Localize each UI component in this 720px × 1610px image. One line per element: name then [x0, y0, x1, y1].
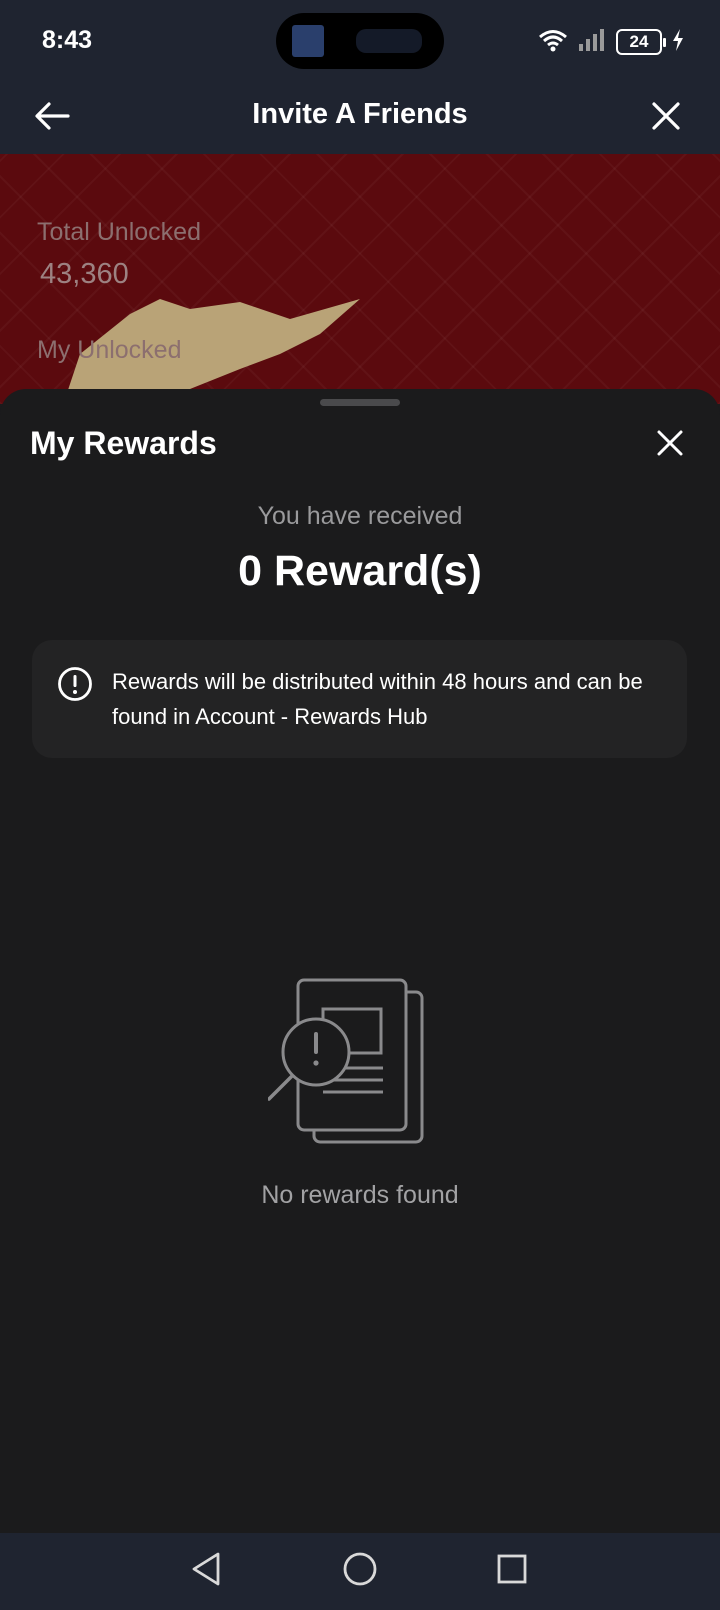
no-results-document-icon	[268, 978, 424, 1144]
invite-banner: Total Unlocked 43,360 My Unlocked	[0, 154, 720, 404]
header-close-button[interactable]	[642, 94, 690, 142]
status-bar: 8:43 24	[0, 0, 720, 84]
status-time: 8:43	[42, 26, 93, 54]
wifi-icon	[538, 28, 568, 57]
total-unlocked-value: 43,360	[40, 258, 129, 290]
sheet-close-button[interactable]	[650, 425, 690, 465]
my-unlocked-label: My Unlocked	[37, 336, 182, 364]
camera-notch	[276, 13, 444, 69]
info-notice: Rewards will be distributed within 48 ho…	[32, 640, 687, 758]
system-nav-bar	[0, 1533, 720, 1610]
battery-icon: 24	[616, 29, 666, 55]
app-header: Invite A Friends	[0, 84, 720, 154]
nav-back-button[interactable]	[186, 1551, 226, 1591]
status-icons: 24	[538, 28, 684, 56]
empty-state-message: No rewards found	[261, 1181, 459, 1209]
charging-icon	[672, 28, 684, 56]
notification-thumbnail	[292, 25, 324, 57]
notification-blur	[356, 29, 422, 53]
signal-icon	[578, 28, 606, 57]
sheet-title: My Rewards	[30, 425, 217, 461]
nav-recents-button[interactable]	[492, 1551, 532, 1591]
info-icon	[57, 666, 93, 702]
home-circle-icon	[342, 1551, 378, 1592]
sheet-drag-handle[interactable]	[320, 399, 400, 406]
screen: 8:43 24 Invite A Friends Total Unlocked …	[0, 0, 720, 1610]
page-title: Invite A Friends	[252, 98, 468, 130]
reward-count: 0 Reward(s)	[238, 547, 482, 595]
rewards-sheet: My Rewards You have received 0 Reward(s)…	[0, 389, 720, 1533]
close-icon	[656, 429, 684, 462]
back-triangle-icon	[189, 1551, 223, 1592]
nav-home-button[interactable]	[340, 1551, 380, 1591]
recents-square-icon	[496, 1553, 528, 1590]
total-unlocked-label: Total Unlocked	[37, 218, 201, 246]
info-message: Rewards will be distributed within 48 ho…	[112, 669, 643, 729]
close-icon	[651, 101, 681, 136]
received-label: You have received	[257, 502, 463, 530]
